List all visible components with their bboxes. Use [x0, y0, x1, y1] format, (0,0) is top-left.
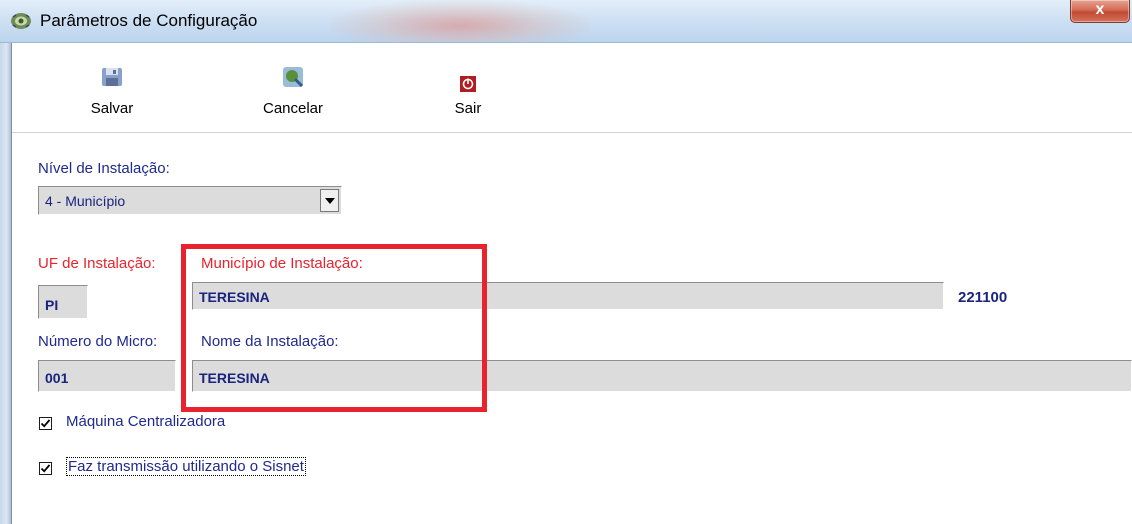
- nivel-value: 4 - Município: [45, 193, 126, 209]
- check-icon: [40, 464, 51, 473]
- uf-label: UF de Instalação:: [38, 255, 156, 272]
- sisnet-label-text: Faz transmissão utilizando o Sisnet: [66, 457, 306, 476]
- window-frame-left: [0, 43, 12, 524]
- numero-field[interactable]: 001: [38, 360, 176, 392]
- exit-power-icon: [443, 76, 493, 100]
- exit-label: Sair: [454, 100, 482, 117]
- sisnet-checkbox[interactable]: [39, 462, 52, 475]
- nivel-label: Nível de Instalação:: [38, 160, 170, 177]
- toolbar-separator: [12, 132, 1132, 133]
- numero-label: Número do Micro:: [38, 333, 158, 350]
- chevron-down-icon[interactable]: [320, 189, 339, 212]
- centralizadora-label[interactable]: Máquina Centralizadora: [66, 413, 225, 430]
- uf-field[interactable]: PI: [38, 285, 88, 319]
- cancel-label: Cancelar: [262, 100, 324, 117]
- save-button[interactable]: Salvar: [82, 64, 142, 117]
- gear-icon: [10, 11, 32, 31]
- title-bar-glow: [330, 0, 590, 42]
- save-label: Salvar: [90, 100, 134, 117]
- highlight-box: [181, 244, 487, 412]
- close-button[interactable]: x: [1070, 0, 1130, 23]
- save-disk-icon: [82, 64, 142, 100]
- municipio-code: 221100: [958, 289, 1008, 306]
- cancel-icon: [250, 64, 336, 100]
- cancel-button[interactable]: Cancelar: [250, 64, 336, 117]
- check-icon: [40, 419, 51, 428]
- window-title: Parâmetros de Configuração: [40, 11, 258, 30]
- title-bar: Parâmetros de Configuração x: [0, 0, 1132, 43]
- centralizadora-checkbox[interactable]: [39, 417, 52, 430]
- nivel-select[interactable]: 4 - Município: [38, 186, 342, 215]
- close-icon: x: [1095, 1, 1105, 18]
- exit-button[interactable]: Sair: [443, 76, 493, 117]
- sisnet-label[interactable]: Faz transmissão utilizando o Sisnet: [66, 457, 306, 476]
